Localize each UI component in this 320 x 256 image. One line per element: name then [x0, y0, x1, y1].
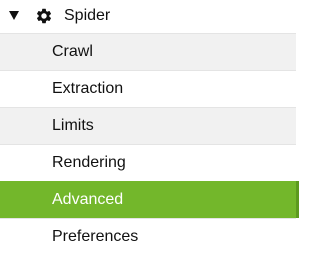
tree-item-rendering[interactable]: Rendering	[0, 144, 296, 181]
gear-icon	[36, 8, 52, 24]
tree-item-preferences[interactable]: Preferences	[0, 218, 296, 255]
tree-item-label: Advanced	[52, 191, 124, 208]
tree-item-crawl[interactable]: Crawl	[0, 33, 296, 70]
tree-item-advanced[interactable]: Advanced	[0, 181, 296, 218]
caret-down-icon[interactable]	[9, 11, 19, 20]
selection-edge	[296, 181, 299, 218]
tree-node-label: Spider	[64, 7, 111, 24]
tree-item-label: Limits	[52, 117, 94, 134]
settings-tree: Spider Crawl Extraction Limits Rendering…	[0, 0, 300, 256]
tree-item-extraction[interactable]: Extraction	[0, 70, 296, 107]
tree-item-label: Rendering	[52, 154, 126, 171]
tree-item-label: Extraction	[52, 80, 124, 97]
scroll-edge	[296, 33, 300, 256]
tree-item-label: Preferences	[52, 228, 139, 245]
tree-item-limits[interactable]: Limits	[0, 107, 296, 144]
tree-node-spider[interactable]: Spider	[0, 0, 300, 33]
tree-item-label: Crawl	[52, 43, 93, 60]
